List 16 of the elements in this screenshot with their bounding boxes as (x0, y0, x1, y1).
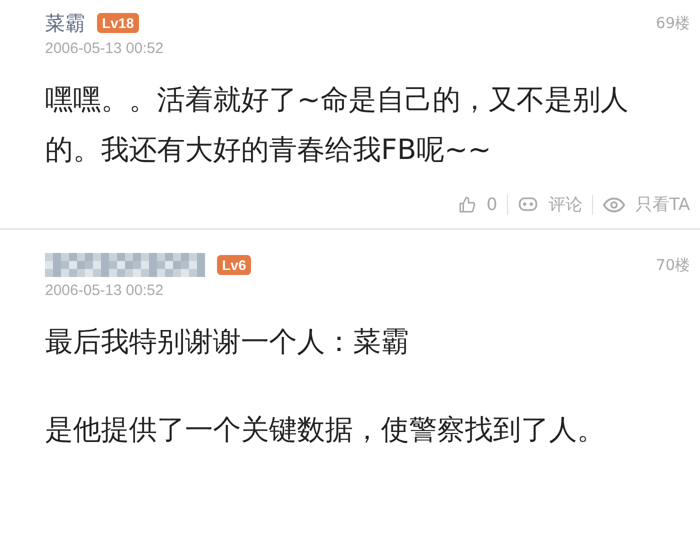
post-text: 嘿嘿。。活着就好了~命是自己的，又不是别人的。我还有大好的青春给我FB呢~~ (45, 82, 630, 168)
eye-icon (603, 196, 626, 212)
only-author-button[interactable]: 只看TA (635, 193, 690, 216)
like-count[interactable]: 0 (486, 194, 498, 214)
level-badge: Lv18 (97, 13, 139, 33)
post-text: 是他提供了一个关键数据，使警察找到了人。 (45, 412, 606, 448)
comment-button[interactable]: 评论 (548, 193, 582, 216)
level-badge: Lv6 (217, 255, 252, 275)
comment-icon (518, 196, 538, 214)
post-time: 2006-05-13 00:52 (45, 40, 164, 57)
post-time: 2006-05-13 00:52 (45, 282, 164, 299)
thumbs-up-icon (458, 196, 476, 214)
post-text: 最后我特别谢谢一个人：菜霸 (45, 324, 410, 360)
floor-number: 70楼 (656, 256, 690, 274)
username[interactable]: 菜霸 (45, 10, 85, 36)
floor-number: 69楼 (656, 14, 690, 32)
